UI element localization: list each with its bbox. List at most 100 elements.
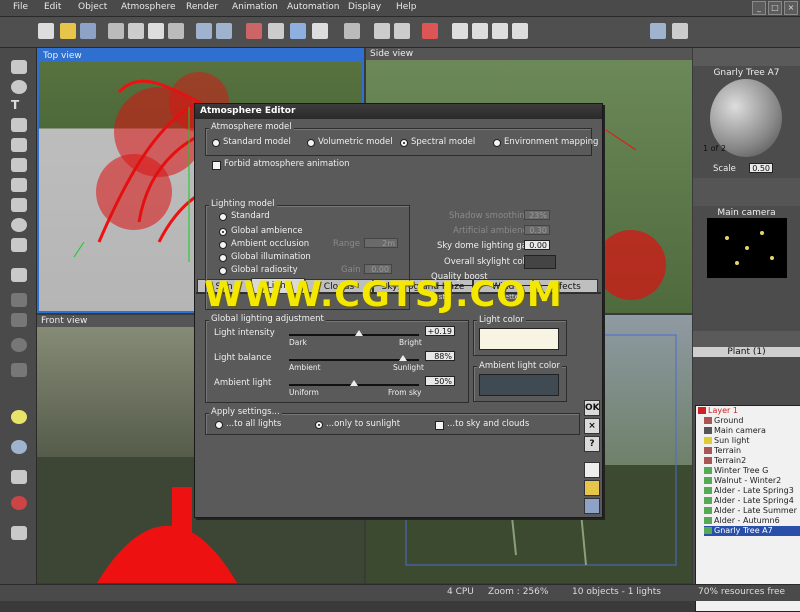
redo-icon[interactable] — [216, 23, 232, 39]
menu-atmosphere[interactable]: Atmosphere — [121, 2, 175, 12]
forbid-animation-checkbox[interactable] — [212, 161, 221, 170]
light-intensity-slider[interactable] — [289, 334, 419, 336]
zoom-out-icon[interactable] — [512, 23, 528, 39]
text-tool-icon[interactable]: T — [11, 98, 27, 112]
sun-tool-icon[interactable] — [11, 410, 27, 424]
menu-render[interactable]: Render — [186, 2, 218, 12]
boolean-tool-icon[interactable] — [11, 338, 27, 352]
light-tool-icon[interactable] — [11, 238, 27, 252]
load-preset-icon[interactable] — [584, 480, 600, 496]
material-tool-icon[interactable] — [11, 496, 27, 510]
save-preset-icon[interactable] — [584, 498, 600, 514]
zoom-region-icon[interactable] — [472, 23, 488, 39]
environment-mapping-radio[interactable] — [493, 139, 501, 147]
new-icon[interactable] — [38, 23, 54, 39]
cloud-icon[interactable] — [312, 23, 328, 39]
camera-preview[interactable] — [707, 218, 787, 278]
link-icon[interactable] — [246, 23, 262, 39]
zoom-fit-icon[interactable] — [492, 23, 508, 39]
new-document-icon[interactable] — [584, 462, 600, 478]
light-color-swatch[interactable] — [479, 328, 559, 350]
standard-model-radio[interactable] — [212, 139, 220, 147]
tree-item-plant[interactable]: Alder - Late Spring3 — [704, 486, 800, 496]
volumetric-model-radio[interactable] — [307, 139, 315, 147]
lighting-global-radiosity-radio[interactable] — [219, 267, 227, 275]
group-icon[interactable] — [268, 23, 284, 39]
tree-item-plant[interactable]: Walnut - Winter2 — [704, 476, 800, 486]
menu-file[interactable]: File — [13, 2, 28, 12]
tree-item-camera[interactable]: Main camera — [704, 426, 800, 436]
zoom-in-icon[interactable] — [452, 23, 468, 39]
cancel-button[interactable]: × — [584, 418, 600, 434]
tree-item-sun[interactable]: Sun light — [704, 436, 800, 446]
tree-item-ground[interactable]: Ground — [704, 416, 800, 426]
maximize-button[interactable]: □ — [768, 1, 782, 15]
torus-tool-icon[interactable] — [11, 313, 27, 327]
lighting-global-illumination-radio[interactable] — [219, 254, 227, 262]
sky-icon[interactable] — [290, 23, 306, 39]
terrain-tool-icon[interactable] — [11, 118, 27, 132]
ambient-light-knob[interactable] — [350, 380, 358, 386]
minimize-button[interactable]: _ — [752, 1, 766, 15]
artificial-ambience-field[interactable]: 0.30 — [524, 225, 550, 235]
menu-automation[interactable]: Automation — [287, 2, 339, 12]
tree-item-plant-selected[interactable]: Gnarly Tree A7 — [704, 526, 800, 536]
camera-navigation[interactable] — [715, 288, 775, 312]
tree-item-plant[interactable]: Winter Tree G — [704, 466, 800, 476]
tree-item-layer[interactable]: Layer 1 — [698, 406, 800, 416]
menu-animation[interactable]: Animation — [232, 2, 278, 12]
menu-display[interactable]: Display — [348, 2, 381, 12]
bar-chart-tool-icon[interactable] — [11, 470, 27, 484]
tree-item-plant[interactable]: Alder - Autumn6 — [704, 516, 800, 526]
overall-skylight-swatch[interactable] — [524, 255, 556, 269]
cylinder-tool-icon[interactable] — [11, 293, 27, 307]
rotate-icon[interactable] — [394, 23, 410, 39]
tree-item-plant[interactable]: Alder - Late Summer — [704, 506, 800, 516]
close-button[interactable]: × — [784, 1, 798, 15]
render-icon[interactable] — [650, 23, 666, 39]
lighting-ambient-occlusion-radio[interactable] — [219, 241, 227, 249]
cone-tool-icon[interactable] — [11, 198, 27, 212]
ambient-light-field[interactable]: 50% — [425, 376, 455, 386]
light-balance-field[interactable]: 88% — [425, 351, 455, 361]
open-icon[interactable] — [60, 23, 76, 39]
render-preview-icon[interactable] — [672, 23, 688, 39]
object-icon[interactable] — [344, 23, 360, 39]
light-balance-knob[interactable] — [399, 355, 407, 361]
menu-object[interactable]: Object — [78, 2, 107, 12]
tree-item-terrain2[interactable]: Terrain2 — [704, 456, 800, 466]
ok-button[interactable]: OK — [584, 400, 600, 416]
select-tool-icon[interactable] — [11, 60, 27, 74]
scale-field[interactable]: 0.50 — [749, 163, 773, 173]
rock-tool-icon[interactable] — [11, 138, 27, 152]
apply-all-lights-radio[interactable] — [215, 421, 223, 429]
camera-tool-icon[interactable] — [11, 440, 27, 454]
duplicate-icon[interactable] — [168, 23, 184, 39]
water-tool-icon[interactable] — [11, 158, 27, 172]
help-button[interactable]: ? — [584, 436, 600, 452]
menu-edit[interactable]: Edit — [44, 2, 61, 12]
color-icon[interactable] — [422, 23, 438, 39]
menu-help[interactable]: Help — [396, 2, 417, 12]
metablob-tool-icon[interactable] — [11, 363, 27, 377]
light-intensity-knob[interactable] — [355, 330, 363, 336]
undo-icon[interactable] — [196, 23, 212, 39]
tree-item-plant[interactable]: Alder - Late Spring4 — [704, 496, 800, 506]
ambient-color-swatch[interactable] — [479, 374, 559, 396]
export-tool-icon[interactable] — [11, 526, 27, 540]
sphere-tool-icon[interactable] — [11, 80, 27, 94]
paste-icon[interactable] — [148, 23, 164, 39]
shadow-smoothing-field[interactable]: 23% — [524, 210, 550, 220]
range-field[interactable]: 2m — [364, 238, 398, 248]
gain-field[interactable]: 0.00 — [364, 264, 392, 274]
copy-icon[interactable] — [128, 23, 144, 39]
lighting-global-ambience-radio[interactable] — [219, 228, 227, 236]
spectral-model-radio[interactable] — [400, 139, 408, 147]
lighting-standard-radio[interactable] — [219, 213, 227, 221]
object-tree[interactable]: Layer 1 Ground Main camera Sun light Ter… — [695, 405, 800, 612]
tree-item-terrain[interactable]: Terrain — [704, 446, 800, 456]
save-icon[interactable] — [80, 23, 96, 39]
sky-dome-gain-field[interactable]: 0.00 — [524, 240, 550, 250]
move-icon[interactable] — [374, 23, 390, 39]
apply-sunlight-radio[interactable] — [315, 421, 323, 429]
